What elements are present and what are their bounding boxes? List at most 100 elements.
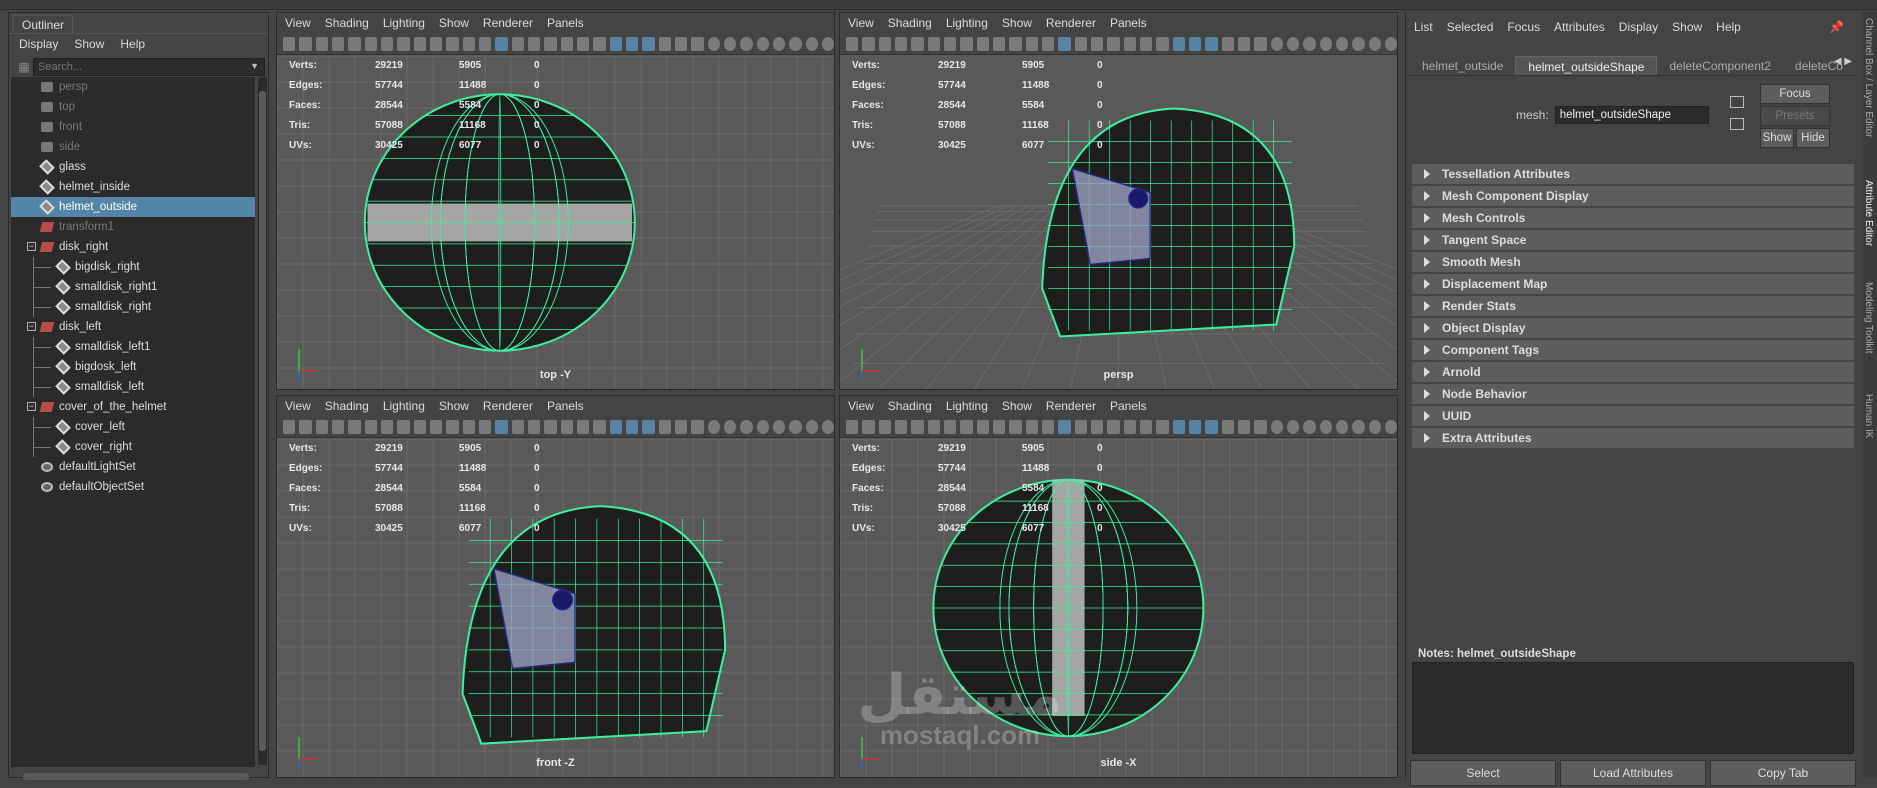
viewport-menu-view[interactable]: View bbox=[848, 16, 874, 30]
viewport-tool-icon[interactable] bbox=[625, 36, 639, 51]
viewport-tool-icon[interactable] bbox=[772, 419, 786, 434]
focus-button[interactable]: Focus bbox=[1760, 84, 1830, 104]
viewport-tool-icon[interactable] bbox=[1090, 36, 1104, 51]
viewport-tool-icon[interactable] bbox=[478, 36, 492, 51]
viewport-tool-icon[interactable] bbox=[1221, 419, 1234, 434]
viewport-tool-icon[interactable] bbox=[846, 36, 859, 51]
viewport-tool-icon[interactable] bbox=[1041, 36, 1055, 51]
viewport-tool-icon[interactable] bbox=[960, 36, 973, 51]
viewport-menu-renderer[interactable]: Renderer bbox=[483, 399, 533, 413]
viewport-tool-icon[interactable] bbox=[943, 36, 957, 51]
outliner-item[interactable]: cover_left bbox=[11, 417, 255, 437]
viewport-tool-icon[interactable] bbox=[1352, 419, 1365, 434]
viewport-tool-icon[interactable] bbox=[560, 36, 573, 51]
viewport-tool-icon[interactable] bbox=[1335, 36, 1349, 51]
notes-textarea[interactable] bbox=[1412, 662, 1854, 754]
viewport-tool-icon[interactable] bbox=[576, 36, 590, 51]
viewport-tool-icon[interactable] bbox=[527, 419, 541, 434]
outliner-item[interactable]: glass bbox=[11, 157, 255, 177]
collapse-toggle-icon[interactable]: − bbox=[27, 322, 36, 331]
viewport-tool-icon[interactable] bbox=[674, 36, 688, 51]
section-render-stats[interactable]: Render Stats bbox=[1412, 296, 1854, 316]
outliner-horizontal-scrollbar[interactable] bbox=[11, 771, 257, 781]
viewport-tool-icon[interactable] bbox=[446, 419, 459, 434]
viewport-tool-icon[interactable] bbox=[495, 36, 508, 51]
viewport-tool-icon[interactable] bbox=[1172, 36, 1185, 51]
viewport-tool-icon[interactable] bbox=[1107, 419, 1120, 434]
viewport-tool-icon[interactable] bbox=[1025, 419, 1038, 434]
outliner-item[interactable]: bigdisk_right bbox=[11, 257, 255, 277]
outliner-item[interactable]: bigdosk_left bbox=[11, 357, 255, 377]
viewport-tool-icon[interactable] bbox=[1270, 36, 1283, 51]
viewport-tool-icon[interactable] bbox=[1335, 419, 1349, 434]
go-to-input-icon[interactable] bbox=[1730, 118, 1744, 130]
viewport-tool-icon[interactable] bbox=[789, 419, 802, 434]
viewport-tool-icon[interactable] bbox=[846, 419, 859, 434]
viewport-side[interactable]: View Shading Lighting Show Renderer Panels Ver… bbox=[839, 395, 1398, 778]
section-extra-attributes[interactable]: Extra Attributes bbox=[1412, 428, 1854, 448]
viewport-menu-renderer[interactable]: Renderer bbox=[1046, 399, 1096, 413]
section-tangent-space[interactable]: Tangent Space bbox=[1412, 230, 1854, 250]
viewport-menu-shading[interactable]: Shading bbox=[325, 16, 369, 30]
viewport-tool-icon[interactable] bbox=[527, 36, 541, 51]
viewport-tool-icon[interactable] bbox=[1205, 36, 1218, 51]
viewport-tool-icon[interactable] bbox=[707, 36, 720, 51]
ae-menu-attributes[interactable]: Attributes bbox=[1554, 20, 1605, 34]
ae-menu-display[interactable]: Display bbox=[1619, 20, 1658, 34]
viewport-tool-icon[interactable] bbox=[992, 36, 1006, 51]
viewport-tool-icon[interactable] bbox=[1237, 36, 1251, 51]
viewport-tool-icon[interactable] bbox=[894, 419, 908, 434]
viewport-tool-icon[interactable] bbox=[1188, 36, 1202, 51]
viewport-tool-icon[interactable] bbox=[1058, 419, 1071, 434]
viewport-tool-icon[interactable] bbox=[911, 419, 924, 434]
viewport-tool-icon[interactable] bbox=[943, 419, 957, 434]
viewport-tool-icon[interactable] bbox=[992, 419, 1006, 434]
viewport-tool-icon[interactable] bbox=[911, 36, 924, 51]
outliner-item[interactable]: − disk_left bbox=[11, 317, 255, 337]
viewport-tool-icon[interactable] bbox=[1009, 419, 1022, 434]
viewport-tool-icon[interactable] bbox=[1041, 419, 1055, 434]
viewport-tool-icon[interactable] bbox=[544, 36, 557, 51]
viewport-tool-icon[interactable] bbox=[821, 36, 834, 51]
tab-scroll-arrows-icon[interactable]: ◀ ▶ bbox=[1834, 56, 1852, 67]
viewport-tool-icon[interactable] bbox=[1139, 419, 1153, 434]
outliner-menu-display[interactable]: Display bbox=[19, 37, 58, 51]
tab-human-ik[interactable]: Human IK bbox=[1863, 394, 1874, 438]
viewport-tool-icon[interactable] bbox=[789, 36, 802, 51]
viewport-menu-lighting[interactable]: Lighting bbox=[946, 399, 988, 413]
viewport-tool-icon[interactable] bbox=[299, 36, 312, 51]
viewport-menu-view[interactable]: View bbox=[285, 16, 311, 30]
viewport-tool-icon[interactable] bbox=[691, 36, 704, 51]
viewport-menu-shading[interactable]: Shading bbox=[888, 16, 932, 30]
viewport-tool-icon[interactable] bbox=[364, 419, 377, 434]
viewport-tool-icon[interactable] bbox=[894, 36, 908, 51]
viewport-tool-icon[interactable] bbox=[1123, 419, 1136, 434]
viewport-tool-icon[interactable] bbox=[331, 419, 345, 434]
tab-channel-box-layer-editor[interactable]: Channel Box / Layer Editor bbox=[1863, 18, 1874, 138]
viewport-top[interactable]: View Shading Lighting Show Renderer Panels Ver… bbox=[276, 12, 835, 390]
ae-menu-show[interactable]: Show bbox=[1672, 20, 1702, 34]
tab-modeling-toolkit[interactable]: Modeling Toolkit bbox=[1863, 282, 1874, 354]
viewport-tool-icon[interactable] bbox=[397, 419, 410, 434]
viewport-menu-view[interactable]: View bbox=[285, 399, 311, 413]
viewport-tool-icon[interactable] bbox=[1139, 36, 1153, 51]
viewport-tool-icon[interactable] bbox=[642, 36, 655, 51]
viewport-tool-icon[interactable] bbox=[862, 419, 875, 434]
viewport-tool-icon[interactable] bbox=[413, 36, 426, 51]
section-displacement-map[interactable]: Displacement Map bbox=[1412, 274, 1854, 294]
load-attributes-button[interactable]: Load Attributes bbox=[1560, 760, 1706, 786]
viewport-tool-icon[interactable] bbox=[397, 36, 410, 51]
viewport-tool-icon[interactable] bbox=[429, 419, 443, 434]
viewport-tool-icon[interactable] bbox=[1090, 419, 1104, 434]
viewport-tool-icon[interactable] bbox=[446, 36, 459, 51]
viewport-menu-show[interactable]: Show bbox=[1002, 16, 1032, 30]
outliner-item[interactable]: smalldisk_left1 bbox=[11, 337, 255, 357]
tab-helmet-outside-shape[interactable]: helmet_outsideShape bbox=[1515, 56, 1658, 75]
viewport-tool-icon[interactable] bbox=[364, 36, 377, 51]
viewport-tool-icon[interactable] bbox=[1352, 36, 1365, 51]
viewport-tool-icon[interactable] bbox=[1368, 36, 1381, 51]
section-node-behavior[interactable]: Node Behavior bbox=[1412, 384, 1854, 404]
viewport-tool-icon[interactable] bbox=[821, 419, 834, 434]
viewport-tool-icon[interactable] bbox=[1237, 419, 1251, 434]
outliner-item[interactable]: cover_right bbox=[11, 437, 255, 457]
